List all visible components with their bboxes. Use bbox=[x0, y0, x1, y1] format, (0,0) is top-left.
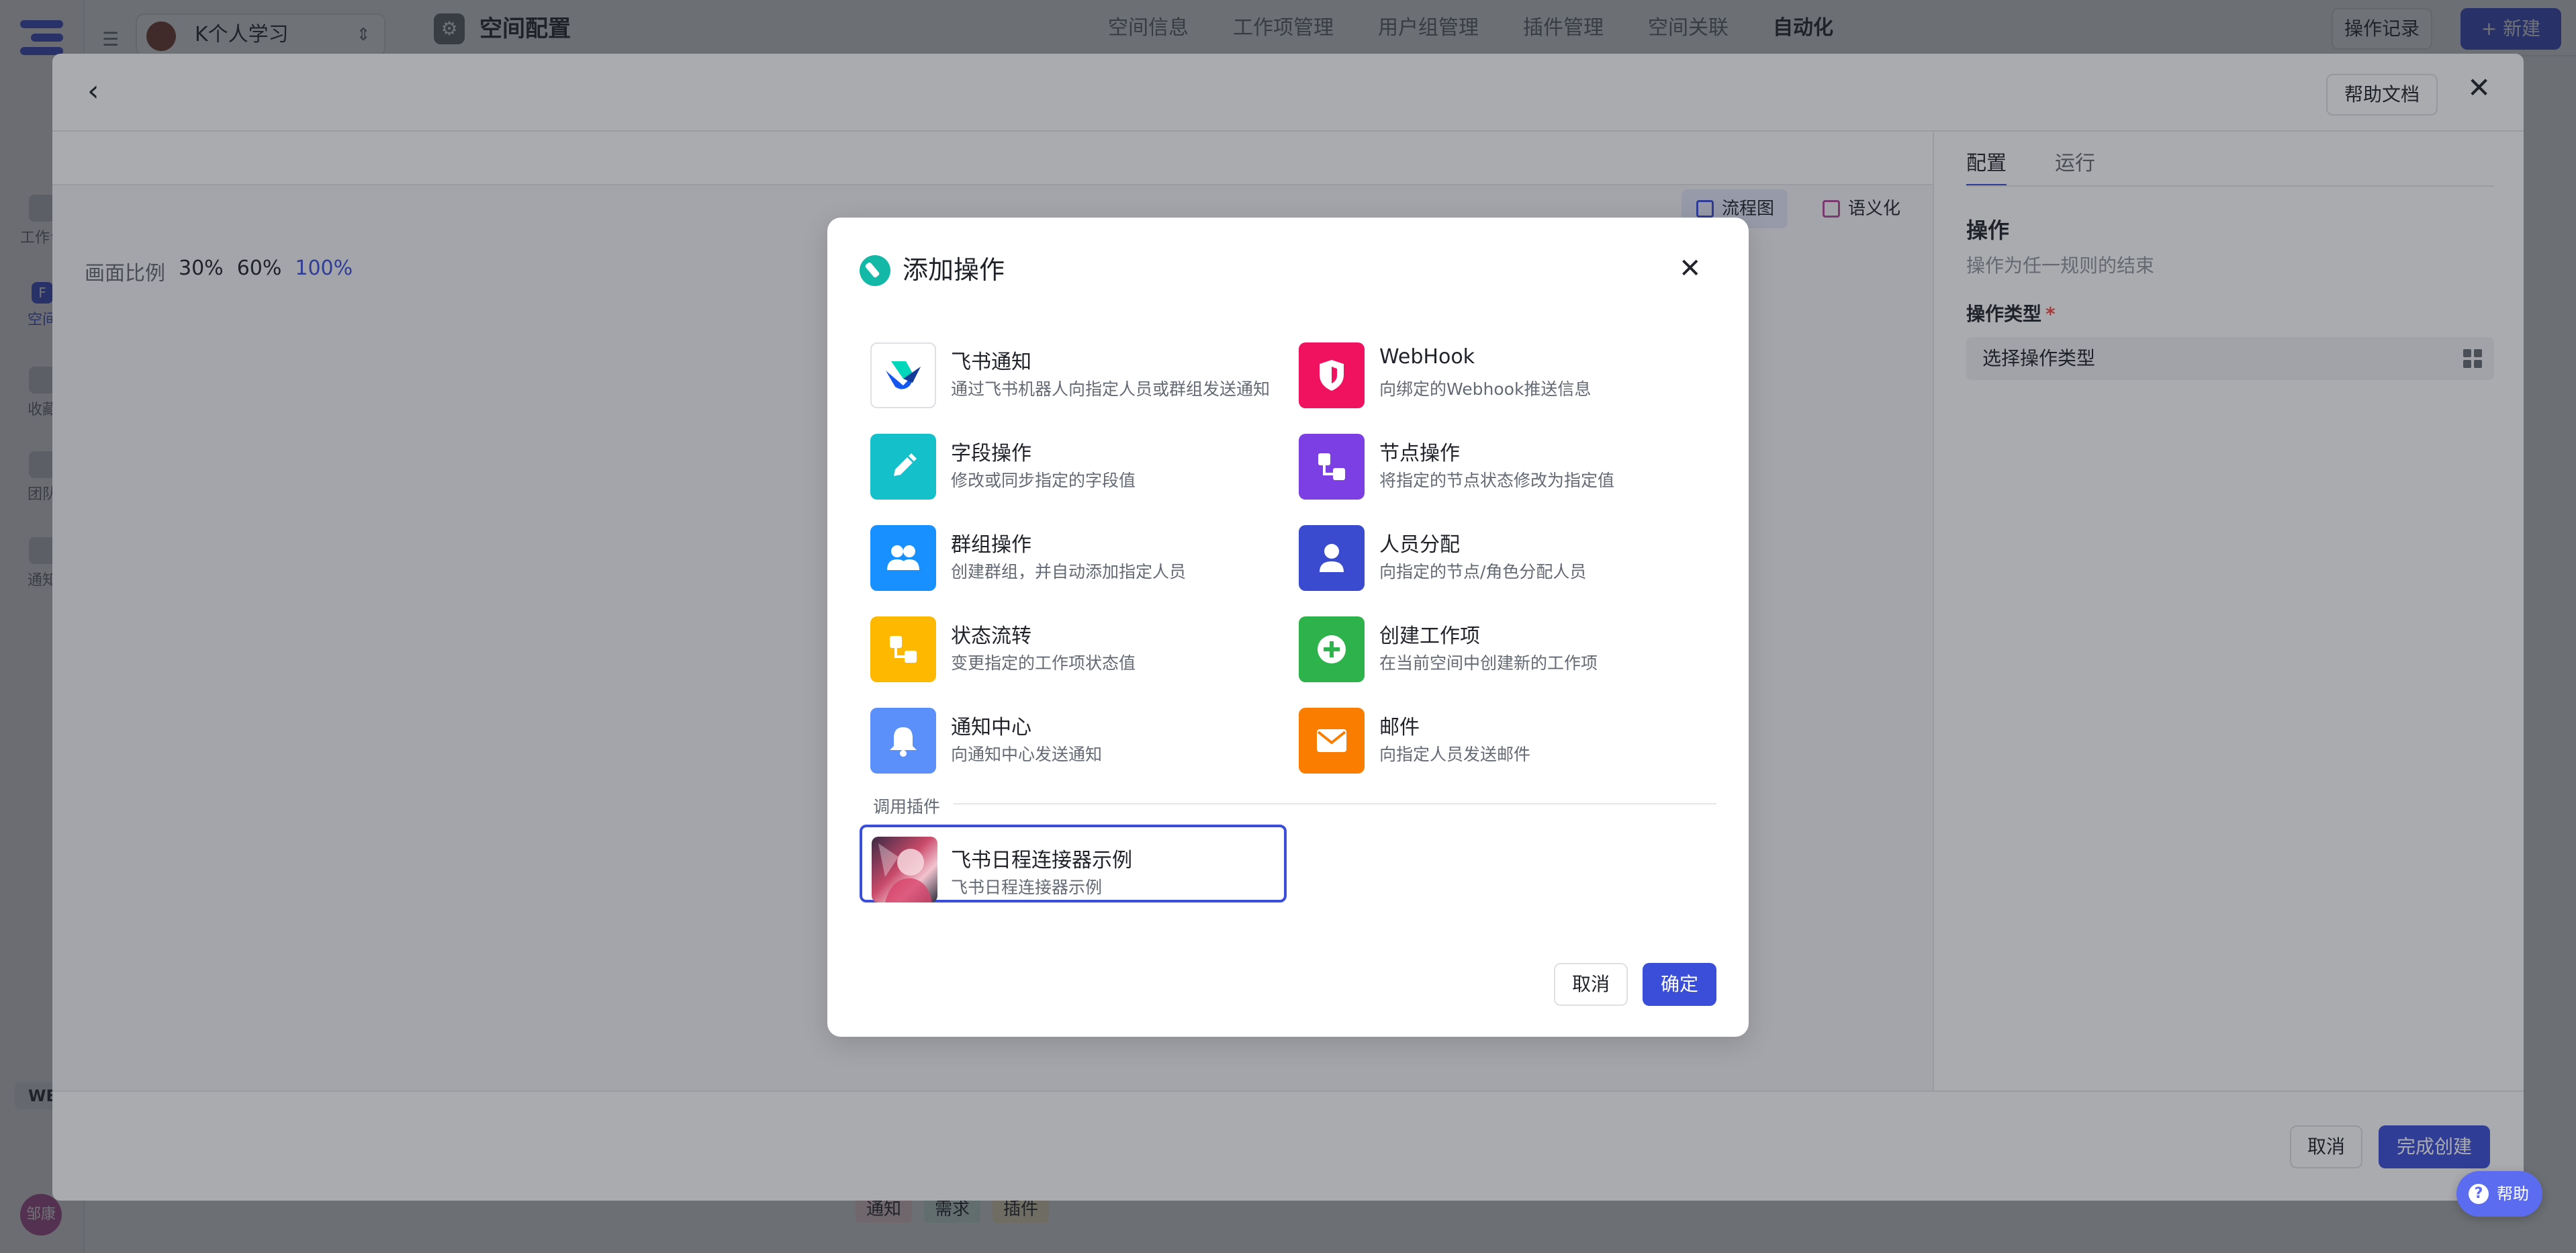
shield-icon bbox=[1299, 342, 1365, 408]
plugin-feishu-calendar[interactable]: 飞书日程连接器示例 飞书日程连接器示例 bbox=[860, 825, 1287, 902]
op-assign[interactable]: 人员分配 向指定的节点/角色分配人员 bbox=[1288, 513, 1715, 591]
add-operation-dialog: 添加操作 ✕ 飞书通知 通过飞书机器人向指定人员或群组发送通知 WebHook … bbox=[827, 218, 1749, 1037]
op-feishu-notify[interactable]: 飞书通知 通过飞书机器人向指定人员或群组发送通知 bbox=[860, 330, 1287, 408]
dialog-title: 添加操作 bbox=[860, 254, 1005, 286]
node-flow-icon bbox=[1299, 434, 1365, 500]
close-icon[interactable]: ✕ bbox=[1679, 250, 1702, 287]
group-icon bbox=[870, 525, 936, 591]
op-create-item[interactable]: 创建工作项 在当前空间中创建新的工作项 bbox=[1288, 604, 1715, 682]
op-node[interactable]: 节点操作 将指定的节点状态修改为指定值 bbox=[1288, 422, 1715, 500]
op-mail[interactable]: 邮件 向指定人员发送邮件 bbox=[1288, 696, 1715, 774]
person-icon bbox=[1299, 525, 1365, 591]
op-notice-center[interactable]: 通知中心 向通知中心发送通知 bbox=[860, 696, 1287, 774]
op-field[interactable]: 字段操作 修改或同步指定的字段值 bbox=[860, 422, 1287, 500]
dialog-cancel-button[interactable]: 取消 bbox=[1554, 963, 1628, 1006]
pencil-icon bbox=[870, 434, 936, 500]
bell-icon bbox=[870, 708, 936, 774]
op-webhook[interactable]: WebHook 向绑定的Webhook推送信息 bbox=[1288, 330, 1715, 408]
question-icon: ? bbox=[2469, 1184, 2489, 1204]
plugin-section-label: 调用插件 bbox=[873, 794, 954, 818]
feishu-logo-icon bbox=[870, 342, 936, 408]
plugin-avatar-icon bbox=[872, 837, 937, 902]
dialog-confirm-button[interactable]: 确定 bbox=[1643, 963, 1716, 1006]
op-status[interactable]: 状态流转 变更指定的工作项状态值 bbox=[860, 604, 1287, 682]
wrench-icon bbox=[860, 255, 890, 286]
status-flow-icon bbox=[870, 616, 936, 682]
help-button[interactable]: ? 帮助 bbox=[2456, 1171, 2542, 1217]
op-group[interactable]: 群组操作 创建群组，并自动添加指定人员 bbox=[860, 513, 1287, 591]
mail-icon bbox=[1299, 708, 1365, 774]
plugin-divider bbox=[948, 803, 1716, 804]
plus-circle-icon bbox=[1299, 616, 1365, 682]
